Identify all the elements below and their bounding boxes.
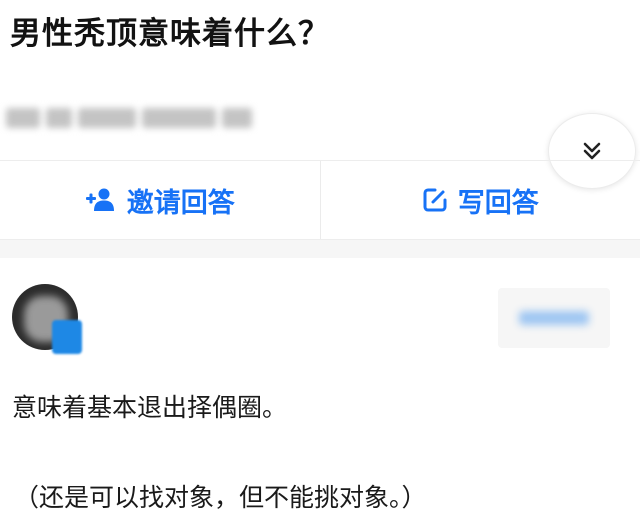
add-user-icon [85,187,117,213]
question-title: 男性秃顶意味着什么？ [10,16,330,52]
answer-line-1: 意味着基本退出择偶圈。 [12,393,288,422]
edit-icon [422,187,448,213]
invite-answer-button[interactable]: 邀请回答 [0,161,320,239]
answer-line-2: （还是可以找对象，但不能挑对象。） [14,483,427,512]
write-answer-button[interactable]: 写回答 [321,161,640,239]
action-bar: 邀请回答 写回答 [0,160,640,240]
invite-answer-label: 邀请回答 [126,187,235,219]
follow-button[interactable] [498,288,610,348]
write-answer-label: 写回答 [457,187,539,219]
avatar-badge [52,320,82,354]
section-separator [0,240,640,258]
blurred-question-meta [6,103,254,133]
